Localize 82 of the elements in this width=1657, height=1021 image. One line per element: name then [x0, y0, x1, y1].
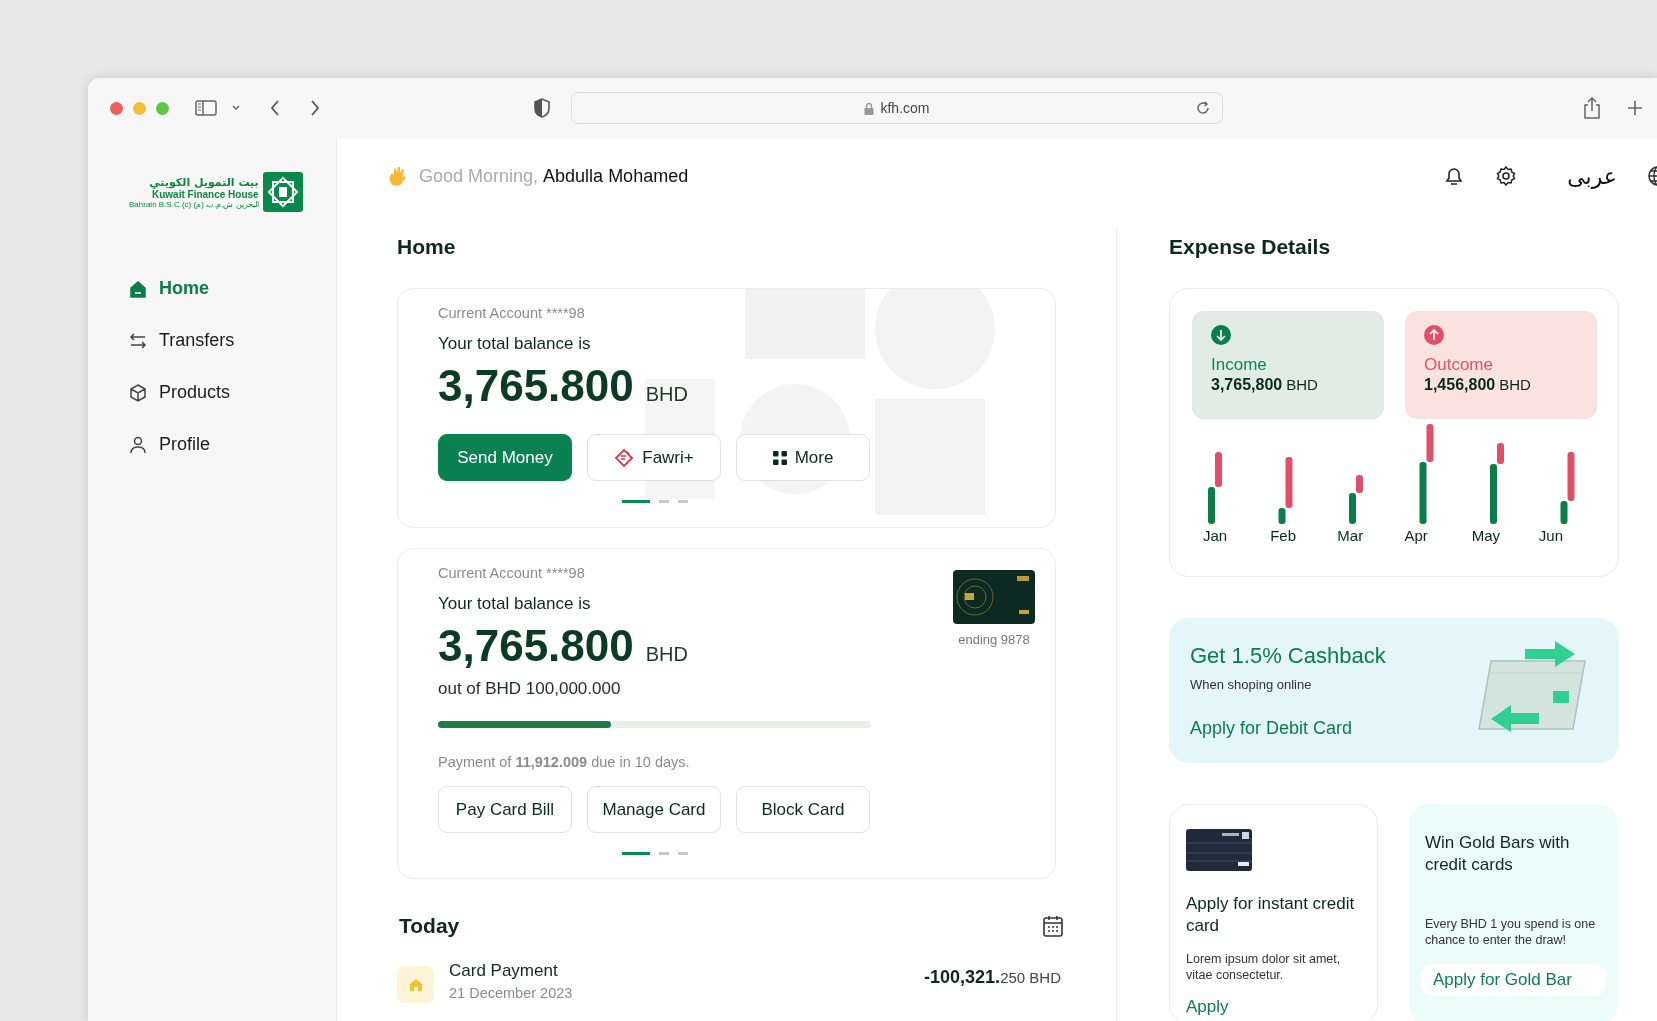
forward-icon[interactable] — [309, 99, 321, 117]
transaction-date: 21 December 2023 — [449, 985, 573, 1001]
section-heading: Expense Details — [1169, 234, 1332, 260]
promo-title: Apply for instant credit card — [1186, 893, 1356, 937]
send-money-button[interactable]: Send Money — [438, 434, 572, 481]
address-bar[interactable]: kfh.com — [571, 92, 1223, 124]
settings-icon[interactable] — [1495, 165, 1518, 187]
credit-limit-text: out of BHD 100,000.000 — [438, 679, 622, 699]
month-label: Apr — [1403, 527, 1429, 544]
reload-icon[interactable] — [1196, 101, 1210, 115]
summary-label: Income — [1211, 355, 1268, 375]
sidebar-item[interactable]: Home — [129, 276, 336, 301]
month-label: May — [1470, 527, 1502, 544]
promo-title: Get 1.5% Cashback — [1190, 642, 1386, 669]
user-name: Abdulla Mohamed — [543, 165, 689, 187]
greeting-text: Good Morning, — [419, 165, 539, 187]
box-icon — [129, 383, 147, 402]
summary-amount: 3,765,800 — [1211, 376, 1283, 394]
grid-icon — [772, 450, 787, 465]
fawri-logo-icon — [614, 447, 635, 468]
transaction-title: Card Payment — [449, 961, 559, 981]
promo-text: Lorem ipsum dolor sit amet, vitae consectetur. — [1186, 951, 1342, 983]
action-button[interactable]: Fawri+ — [587, 434, 721, 481]
month-label: Jun — [1537, 527, 1565, 544]
month-label: Jan — [1202, 527, 1229, 544]
person-icon — [129, 435, 147, 454]
promo-text: When shoping online — [1190, 676, 1313, 692]
section-heading: Home — [397, 234, 457, 260]
balance-amount: 3,765.800 — [438, 360, 634, 412]
new-tab-icon[interactable] — [1627, 100, 1643, 116]
home-icon — [129, 279, 147, 298]
promo-text: Every BHD 1 you spend is one chance to enter the draw! — [1425, 916, 1597, 948]
month-label: Mar — [1336, 527, 1365, 544]
card-ending-text: ending 9878 — [958, 632, 1030, 647]
month-label: Feb — [1269, 527, 1298, 544]
apply-link[interactable]: Apply for Debit Card — [1190, 717, 1386, 739]
language-link[interactable]: عربى — [1567, 163, 1617, 189]
house-icon — [397, 966, 434, 1003]
logo-arabic-text: بيت التمويل الكويتي — [149, 175, 259, 189]
summary-amount: 1,456,800 — [1424, 376, 1496, 394]
apply-button[interactable]: Apply for Gold Bar — [1421, 964, 1606, 996]
action-button[interactable]: Block Card — [736, 786, 870, 833]
calendar-icon[interactable] — [1043, 915, 1063, 937]
carousel-indicator[interactable] — [621, 852, 650, 855]
sidebar-item[interactable]: Products — [129, 380, 336, 405]
balance-caption: Your total balance is — [438, 593, 592, 615]
arrow-up-icon — [1424, 325, 1444, 345]
transfer-arrows-icon — [129, 331, 147, 350]
currency-label: BHD — [1286, 376, 1318, 393]
close-button[interactable] — [110, 101, 123, 115]
currency-label: BHD — [645, 643, 688, 666]
promo-title: Win Gold Bars with credit cards — [1425, 832, 1571, 876]
balance-amount: 3,765.800 — [438, 620, 634, 672]
payment-due-text: Payment of 11,912.009 due in 10 days. — [438, 754, 691, 770]
account-number: Current Account ****98 — [438, 304, 586, 323]
currency-label: BHD — [1499, 376, 1531, 393]
sidebar-item[interactable]: Transfers — [129, 328, 336, 353]
shield-icon[interactable] — [533, 98, 551, 118]
balance-caption: Your total balance is — [438, 333, 592, 355]
currency-label: BHD — [645, 383, 688, 406]
action-button[interactable]: More — [736, 434, 870, 481]
apply-link[interactable]: Apply — [1186, 997, 1361, 1017]
arrow-down-icon — [1211, 325, 1231, 345]
summary-label: Outcome — [1424, 355, 1494, 375]
carousel-indicator[interactable] — [621, 500, 650, 503]
chevron-down-icon[interactable] — [231, 104, 241, 112]
share-icon[interactable] — [1583, 97, 1601, 119]
action-button[interactable]: Pay Card Bill — [438, 786, 572, 833]
section-heading: Today — [399, 913, 460, 939]
sidebar-toggle-icon[interactable] — [195, 100, 217, 116]
account-number: Current Account ****98 — [438, 564, 586, 583]
logo-subtitle: Bahrain B.S.C.(c) البحرين ش.م.ب (م) — [129, 199, 259, 209]
action-button[interactable]: Manage Card — [587, 786, 721, 833]
lock-icon — [864, 101, 875, 115]
transaction-amount: -100,321. — [924, 967, 1001, 988]
logo-text: Kuwait Finance House — [152, 188, 259, 200]
transaction-amount-decimals: 250 BHD — [1000, 969, 1061, 986]
url-text: kfh.com — [880, 100, 930, 116]
logo-emblem-icon — [262, 172, 303, 212]
sidebar-item[interactable]: Profile — [129, 432, 336, 457]
waving-hand-icon — [387, 165, 409, 187]
back-icon[interactable] — [269, 99, 281, 117]
